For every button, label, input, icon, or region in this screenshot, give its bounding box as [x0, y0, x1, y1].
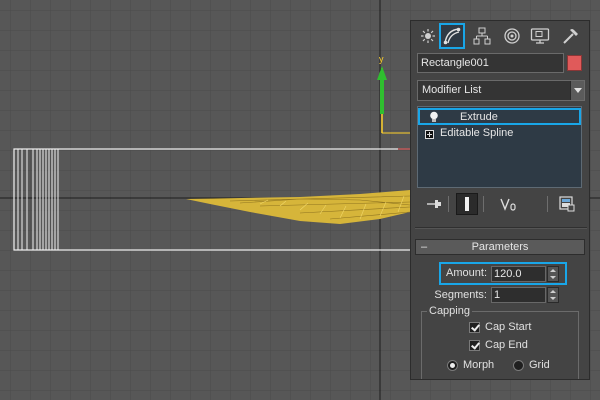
hammer-icon	[563, 29, 578, 44]
stack-item-extrude[interactable]: Extrude	[418, 108, 581, 125]
y-axis-label: y	[379, 54, 384, 64]
command-panel-tabs	[411, 21, 589, 51]
cap-start-label: Cap Start	[485, 321, 532, 333]
hierarchy-tab[interactable]	[469, 23, 495, 49]
motion-tab[interactable]	[499, 23, 525, 49]
modify-tab[interactable]	[439, 23, 465, 49]
expand-plus-icon[interactable]	[425, 130, 434, 139]
display-tab[interactable]	[527, 23, 553, 49]
stack-item-label: Editable Spline	[440, 127, 514, 139]
collapse-minus-icon[interactable]: –	[421, 240, 427, 254]
motion-icon	[504, 28, 520, 44]
modifier-list-dropdown[interactable]: Modifier List	[417, 80, 585, 101]
cap-start-checkbox[interactable]	[469, 322, 480, 333]
show-end-result-button[interactable]	[456, 193, 478, 215]
modifier-list-label: Modifier List	[422, 84, 482, 96]
monitor-icon	[530, 28, 550, 44]
stack-item-editable-spline[interactable]: Editable Spline	[418, 126, 581, 143]
object-color-swatch[interactable]	[567, 55, 582, 71]
parameters-title: Parameters	[471, 241, 529, 253]
grid-radio[interactable]	[513, 360, 524, 371]
curve-icon	[443, 27, 461, 45]
command-panel: Rectangle001 Modifier List Extrude Edita…	[410, 20, 590, 380]
segments-label: Segments:	[434, 289, 487, 301]
create-tab[interactable]	[415, 23, 441, 49]
hierarchy-icon	[473, 27, 491, 45]
amount-label: Amount:	[446, 267, 487, 279]
amount-spinner[interactable]	[547, 266, 559, 282]
segments-field[interactable]: 1	[491, 287, 546, 303]
toolbar-divider	[448, 196, 449, 212]
capping-title: Capping	[427, 305, 472, 317]
amount-field[interactable]: 120.0	[491, 266, 546, 282]
toolbar-divider	[547, 196, 548, 212]
stack-toolbar	[417, 193, 585, 217]
utilities-tab[interactable]	[557, 23, 583, 49]
morph-radio[interactable]	[447, 360, 458, 371]
cap-end-checkbox[interactable]	[469, 340, 480, 351]
pin-stack-button[interactable]	[423, 193, 445, 215]
modifier-stack[interactable]: Extrude Editable Spline	[417, 106, 582, 188]
parameters-rollout-header[interactable]: – Parameters	[415, 239, 585, 255]
object-name-field[interactable]: Rectangle001	[417, 53, 564, 73]
pin-icon	[427, 200, 441, 208]
configure-icon	[559, 196, 575, 212]
morph-label: Morph	[463, 359, 495, 371]
make-unique-icon	[500, 198, 516, 211]
segments-spinner[interactable]	[547, 287, 559, 303]
toolbar-divider	[483, 196, 484, 212]
chevron-down-icon[interactable]	[570, 81, 584, 100]
grid-label: Grid	[529, 359, 550, 371]
configure-sets-button[interactable]	[556, 193, 578, 215]
stack-item-label: Extrude	[460, 111, 498, 123]
rollout-divider	[415, 227, 587, 229]
cap-end-label: Cap End	[485, 339, 528, 351]
sun-icon	[421, 29, 435, 43]
end-result-icon	[465, 197, 469, 211]
make-unique-button[interactable]	[497, 193, 519, 215]
object-name-row: Rectangle001	[417, 53, 585, 75]
